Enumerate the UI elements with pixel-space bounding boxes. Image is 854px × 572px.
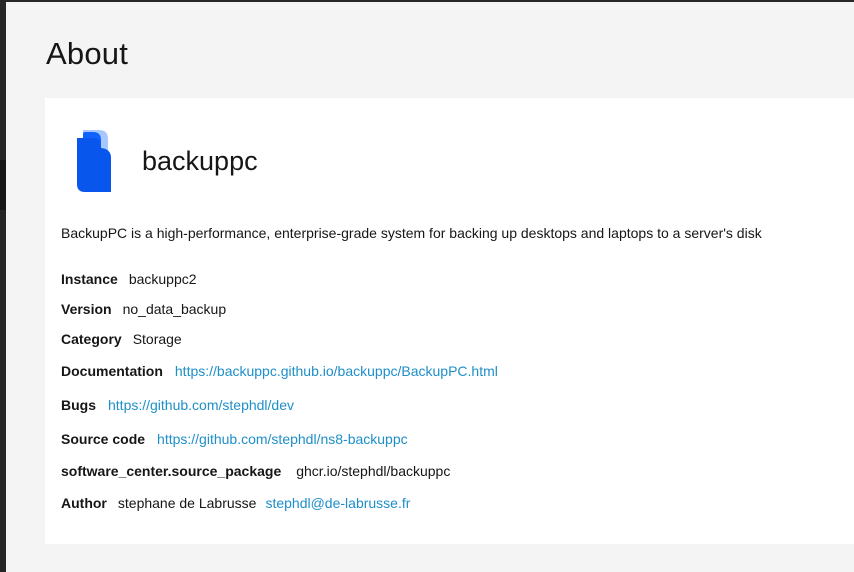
category-value: Storage	[132, 331, 182, 347]
instance-row: Instance backuppc2	[61, 271, 197, 287]
version-label: Version	[61, 301, 112, 317]
source-package-value: ghcr.io/stephdl/backuppc	[296, 463, 451, 479]
bugs-row: Bugs https://github.com/stephdl/dev	[61, 397, 294, 413]
about-card: backuppc BackupPC is a high-performance,…	[45, 98, 854, 544]
sidebar-edge	[0, 0, 6, 572]
bugs-label: Bugs	[61, 397, 96, 413]
source-code-label: Source code	[61, 431, 146, 447]
source-code-row: Source code https://github.com/stephdl/n…	[61, 431, 408, 447]
author-email-link[interactable]: stephdl@de-labrusse.fr	[265, 495, 410, 511]
bugs-link[interactable]: https://github.com/stephdl/dev	[108, 397, 294, 413]
sidebar-edge-accent	[0, 160, 6, 210]
app-header: backuppc	[73, 128, 258, 194]
source-package-label: software_center.source_package	[61, 463, 282, 479]
version-row: Version no_data_backup	[61, 301, 226, 317]
app-description: BackupPC is a high-performance, enterpri…	[61, 225, 762, 241]
author-row: Author stephane de Labrusse stephdl@de-l…	[61, 495, 410, 511]
window-top-edge	[0, 0, 854, 2]
category-label: Category	[61, 331, 122, 347]
page-title: About	[46, 36, 129, 71]
documentation-link[interactable]: https://backuppc.github.io/backuppc/Back…	[175, 363, 498, 379]
author-label: Author	[61, 495, 107, 511]
category-row: Category Storage	[61, 331, 182, 347]
source-package-row: software_center.source_package ghcr.io/s…	[61, 463, 450, 479]
instance-value: backuppc2	[128, 271, 197, 287]
author-name: stephane de Labrusse	[117, 495, 257, 511]
source-code-link[interactable]: https://github.com/stephdl/ns8-backuppc	[157, 431, 408, 447]
instance-label: Instance	[61, 271, 118, 287]
version-value: no_data_backup	[122, 301, 227, 317]
backuppc-logo-icon	[73, 128, 113, 194]
documentation-row: Documentation https://backuppc.github.io…	[61, 363, 498, 379]
app-name: backuppc	[142, 145, 258, 176]
documentation-label: Documentation	[61, 363, 163, 379]
